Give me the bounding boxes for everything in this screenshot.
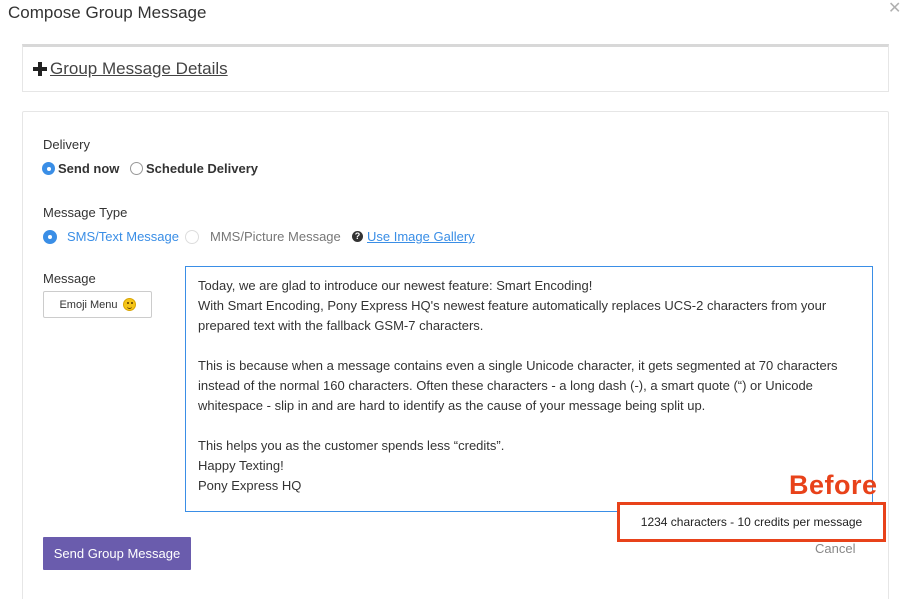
message-line [198, 336, 860, 356]
question-circle-icon: ? [352, 231, 363, 242]
character-counter-text: 1234 characters - 10 credits per message [640, 515, 863, 529]
use-image-gallery-link[interactable]: Use Image Gallery [367, 229, 475, 244]
emoji-menu-button[interactable]: Emoji Menu [43, 291, 152, 318]
message-line: instead of the normal 160 characters. Of… [198, 378, 813, 393]
group-message-details-toggle[interactable]: Group Message Details [33, 59, 228, 79]
send-now-option[interactable]: Send now [42, 161, 119, 176]
before-annotation: Before [789, 470, 878, 500]
message-line: With Smart Encoding, Pony Express HQ's n… [198, 298, 827, 313]
sms-option[interactable]: SMS/Text Message [43, 229, 179, 244]
delivery-label: Delivery [43, 137, 90, 152]
send-group-message-button[interactable]: Send Group Message [43, 537, 191, 570]
message-line: Today, we are glad to introduce our newe… [198, 278, 593, 293]
message-line: Happy Texting! [198, 458, 284, 473]
schedule-delivery-radio[interactable] [130, 162, 143, 175]
cancel-link[interactable]: Cancel [815, 541, 855, 556]
send-now-label[interactable]: Send now [58, 161, 119, 176]
group-message-details-panel: Group Message Details [22, 44, 889, 92]
message-line [198, 416, 860, 436]
message-label: Message [43, 271, 96, 286]
sms-label[interactable]: SMS/Text Message [67, 229, 179, 244]
message-line: This helps you as the customer spends le… [198, 438, 505, 453]
message-line: prepared text with the fallback GSM-7 ch… [198, 318, 484, 333]
mms-label[interactable]: MMS/Picture Message [210, 229, 341, 244]
smiley-icon [122, 298, 136, 311]
mms-radio[interactable] [185, 229, 199, 244]
message-textarea[interactable]: Today, we are glad to introduce our newe… [185, 266, 873, 512]
schedule-delivery-label[interactable]: Schedule Delivery [146, 161, 258, 176]
message-line: whitespace - slip in and are hard to ide… [198, 398, 706, 413]
character-counter: 1234 characters - 10 credits per message [617, 502, 886, 542]
mms-option[interactable]: MMS/Picture Message [185, 229, 341, 244]
message-line: Pony Express HQ [198, 478, 302, 493]
dialog-title: Compose Group Message [8, 3, 207, 22]
plus-icon [33, 62, 47, 76]
image-gallery-row[interactable]: ? Use Image Gallery [352, 229, 475, 244]
sms-radio[interactable] [43, 229, 57, 244]
message-line: This is because when a message contains … [198, 358, 838, 373]
group-message-details-link[interactable]: Group Message Details [50, 59, 228, 79]
close-icon[interactable]: ✕ [888, 1, 902, 17]
send-now-radio[interactable] [42, 162, 55, 175]
emoji-menu-label: Emoji Menu [59, 298, 118, 311]
schedule-delivery-option[interactable]: Schedule Delivery [130, 161, 258, 176]
message-type-label: Message Type [43, 205, 128, 220]
